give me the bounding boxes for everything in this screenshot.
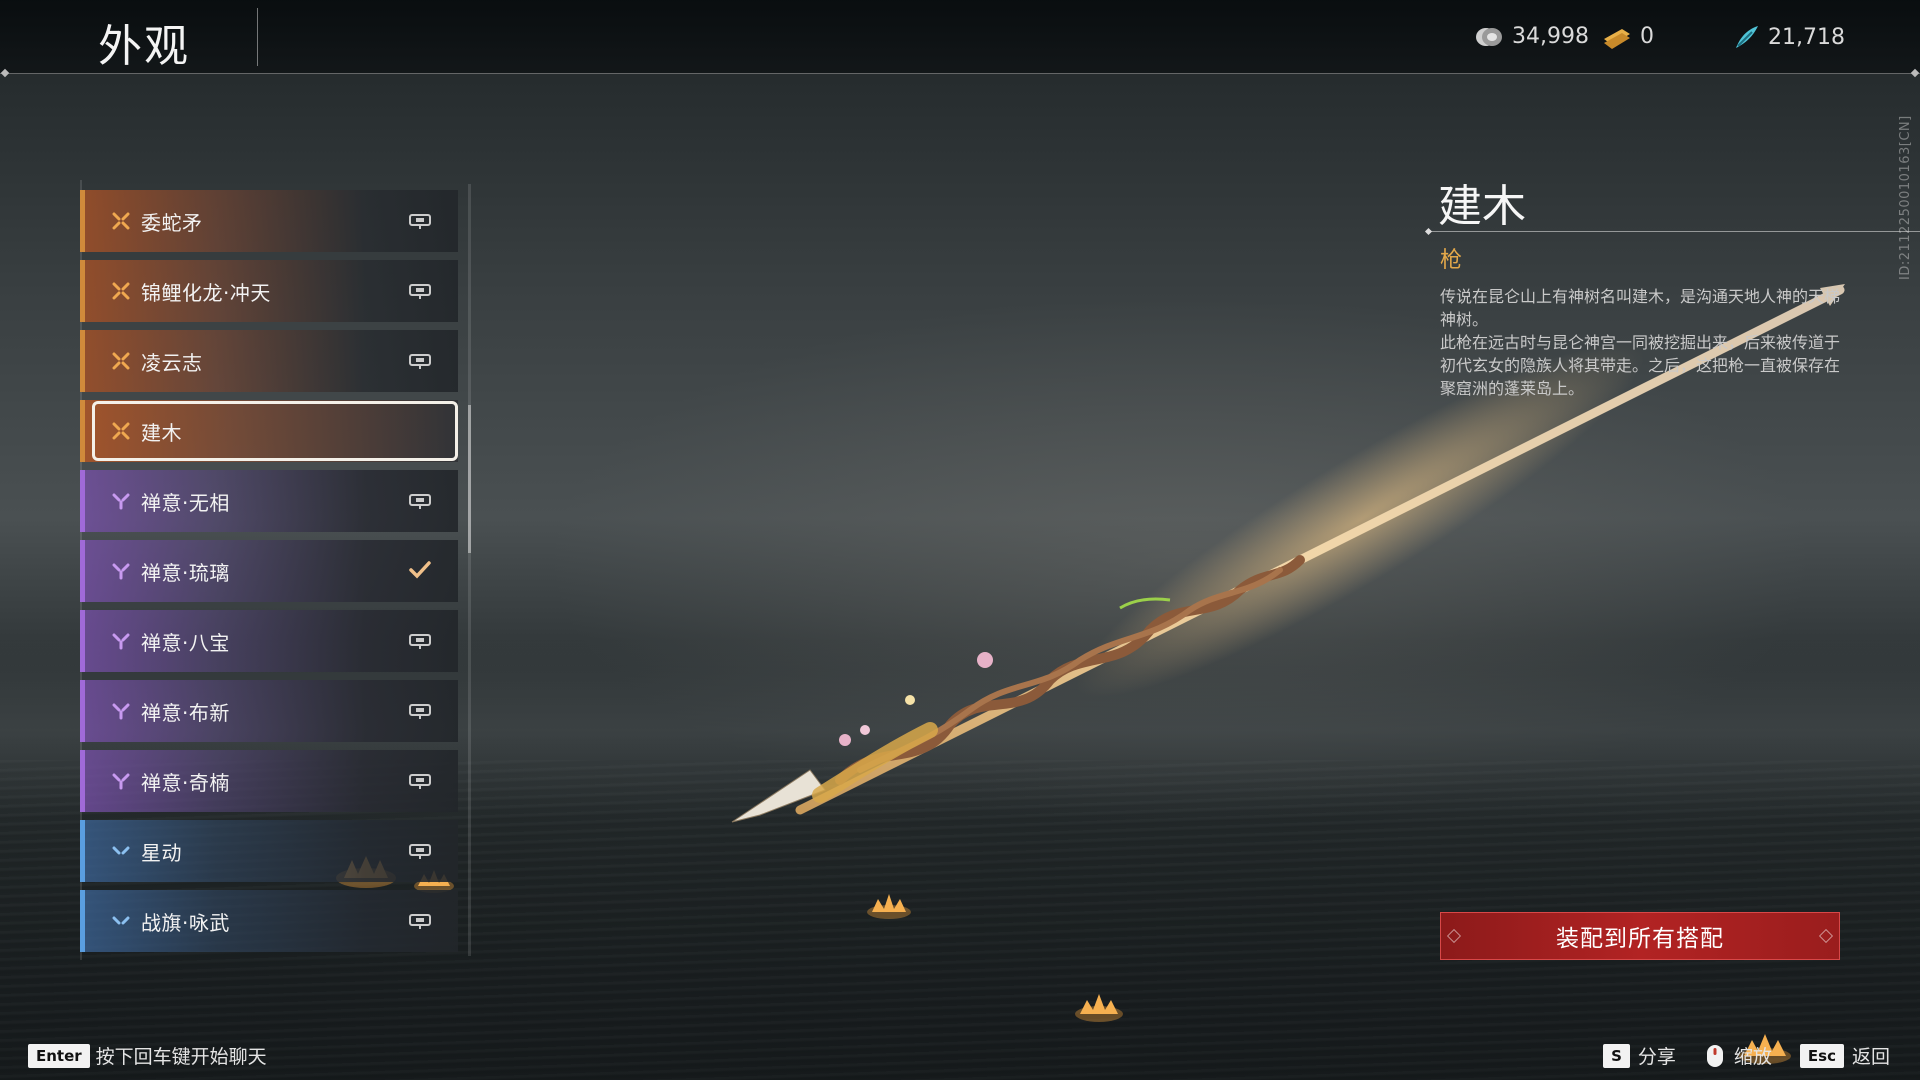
item-label: 委蛇矛	[141, 210, 203, 235]
equip-all-button[interactable]: 装配到所有搭配	[1440, 912, 1840, 960]
rare-tier-icon	[111, 841, 131, 861]
list-item[interactable]: 星动	[80, 820, 458, 882]
detail-divider	[1426, 231, 1920, 232]
locked-icon	[409, 214, 431, 229]
currency-gold-value: 0	[1640, 24, 1654, 49]
currency-jade: 21,718	[1732, 24, 1845, 50]
item-label: 禅意·布新	[141, 700, 230, 725]
server-id-label: ID:2112250010163[CN]	[1898, 115, 1913, 280]
silver-coin-icon	[1476, 27, 1502, 46]
jade-feather-icon	[1736, 26, 1758, 48]
list-item[interactable]: 战旗·咏武	[80, 890, 458, 952]
appearance-list: 委蛇矛 锦鲤化龙·冲天 凌云志 建木 禅意·无相 禅意·琉璃 禅意·八宝 禅意·…	[80, 190, 460, 960]
list-item[interactable]: 锦鲤化龙·冲天	[80, 260, 458, 322]
item-label: 凌云志	[141, 350, 203, 375]
locked-icon	[409, 844, 431, 859]
list-item[interactable]: 禅意·无相	[80, 470, 458, 532]
item-label: 锦鲤化龙·冲天	[141, 280, 271, 305]
item-label: 禅意·奇楠	[141, 770, 230, 795]
locked-icon	[409, 354, 431, 369]
item-label: 禅意·无相	[141, 490, 230, 515]
weapon-type: 枪	[1440, 248, 1463, 273]
gold-ticket-icon	[1604, 28, 1630, 49]
rare-tier-icon	[111, 911, 131, 931]
list-item[interactable]: 禅意·琉璃	[80, 540, 458, 602]
currency-jade-value: 21,718	[1768, 24, 1845, 50]
detail-description: 传说在昆仑山上有神树名叫建木，是沟通天地人神的天梯神树。 此枪在远古时与昆仑神宫…	[1440, 285, 1840, 400]
detail-title: 建木	[1438, 181, 1526, 232]
share-button[interactable]: S 分享	[1603, 1042, 1676, 1069]
list-item[interactable]: 禅意·布新	[80, 680, 458, 742]
title-divider	[257, 8, 258, 66]
list-item[interactable]: 禅意·奇楠	[80, 750, 458, 812]
legendary-tier-icon	[111, 281, 131, 301]
footer-actions: S 分享 缩放 Esc 返回	[1575, 1042, 1890, 1069]
locked-icon	[409, 774, 431, 789]
share-label: 分享	[1637, 1046, 1676, 1068]
legendary-tier-icon	[111, 211, 131, 231]
list-item-selected[interactable]: 建木	[80, 400, 458, 462]
selection-frame	[92, 401, 458, 461]
equip-all-label: 装配到所有搭配	[1556, 926, 1724, 952]
enter-key-badge: Enter	[28, 1043, 90, 1068]
epic-tier-icon	[111, 561, 131, 581]
page-title: 外观	[98, 21, 190, 72]
item-label: 战旗·咏武	[141, 910, 230, 935]
locked-icon	[409, 284, 431, 299]
epic-tier-icon	[111, 631, 131, 651]
item-label: 星动	[141, 840, 182, 865]
epic-tier-icon	[111, 771, 131, 791]
zoom-label: 缩放	[1733, 1046, 1772, 1068]
locked-icon	[409, 914, 431, 929]
list-scroll-thumb[interactable]	[468, 405, 471, 553]
header-divider	[0, 73, 1920, 74]
currency-silver: 34,998	[1474, 24, 1589, 49]
description-paragraph: 传说在昆仑山上有神树名叫建木，是沟通天地人神的天梯神树。	[1440, 287, 1841, 329]
lantern-icon	[1075, 994, 1123, 1022]
s-key-badge: S	[1603, 1043, 1630, 1068]
equipped-check-icon	[409, 561, 431, 579]
item-label: 禅意·八宝	[141, 630, 230, 655]
mouse-icon	[1706, 1044, 1723, 1067]
chat-hint-text: 按下回车键开始聊天	[95, 1046, 267, 1068]
back-button[interactable]: Esc 返回	[1799, 1042, 1890, 1069]
description-paragraph: 此枪在远古时与昆仑神宫一同被挖掘出来，后来被传道于初代玄女的隐族人将其带走。之后…	[1440, 333, 1841, 398]
locked-icon	[409, 634, 431, 649]
lantern-icon	[867, 894, 911, 919]
locked-icon	[409, 494, 431, 509]
list-item[interactable]: 禅意·八宝	[80, 610, 458, 672]
esc-key-badge: Esc	[1799, 1043, 1844, 1068]
item-label: 禅意·琉璃	[141, 560, 230, 585]
list-item[interactable]: 委蛇矛	[80, 190, 458, 252]
list-scrollbar[interactable]	[468, 184, 471, 956]
epic-tier-icon	[111, 491, 131, 511]
locked-icon	[409, 704, 431, 719]
currency-gold: 0	[1602, 24, 1654, 49]
currency-silver-value: 34,998	[1512, 24, 1589, 49]
back-label: 返回	[1851, 1046, 1890, 1068]
epic-tier-icon	[111, 701, 131, 721]
zoom-button[interactable]: 缩放	[1704, 1042, 1772, 1069]
legendary-tier-icon	[111, 351, 131, 371]
chat-hint[interactable]: Enter 按下回车键开始聊天	[28, 1042, 267, 1069]
list-item[interactable]: 凌云志	[80, 330, 458, 392]
